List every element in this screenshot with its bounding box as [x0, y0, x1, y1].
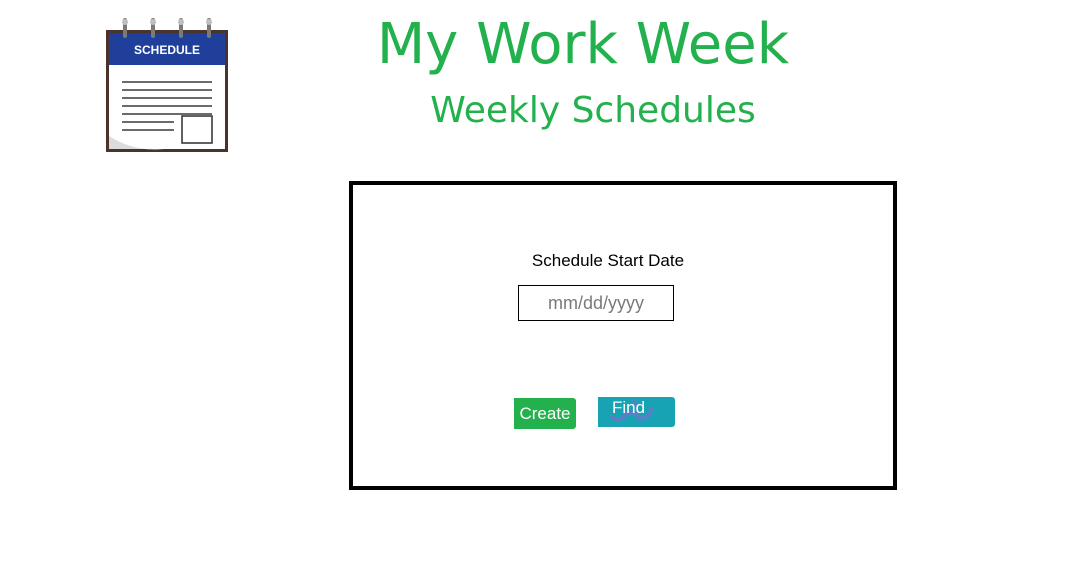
- start-date-label: Schedule Start Date: [531, 251, 685, 270]
- page-title: My Work Week: [376, 12, 790, 77]
- start-date-input[interactable]: [518, 285, 674, 321]
- find-button-label: Find: [612, 398, 646, 417]
- find-button[interactable]: Find: [598, 397, 675, 427]
- page-subtitle: Weekly Schedules: [430, 90, 756, 131]
- create-button[interactable]: Create: [514, 398, 576, 429]
- schedule-form-panel: Schedule Start Date Create Find: [349, 181, 897, 490]
